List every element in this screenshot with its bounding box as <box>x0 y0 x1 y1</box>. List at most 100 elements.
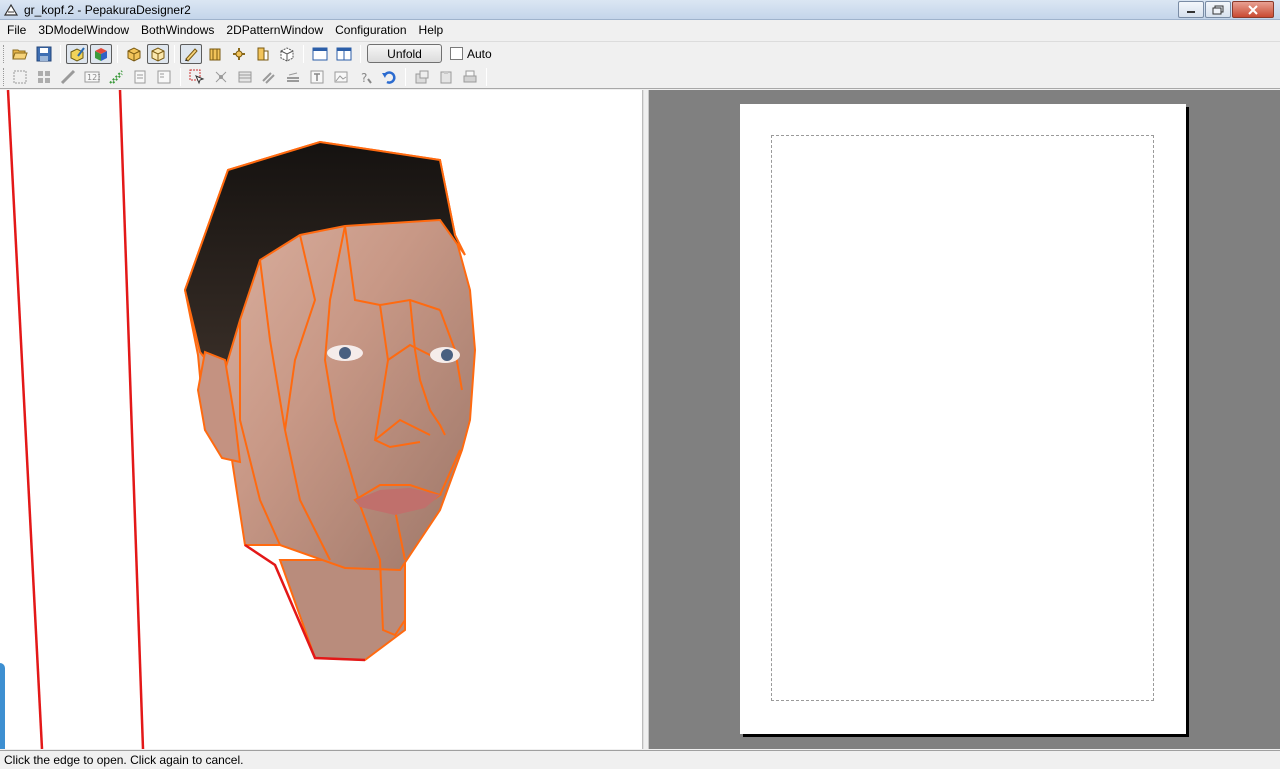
box-icon <box>127 46 141 62</box>
pen-icon <box>185 47 198 62</box>
reference-line <box>118 90 145 749</box>
restore-button[interactable] <box>1205 1 1231 18</box>
toolbar-separator <box>303 44 304 63</box>
node-icon <box>215 71 227 82</box>
menu-3d-model-window[interactable]: 3DModelWindow <box>32 20 135 40</box>
svg-text:123: 123 <box>87 73 100 82</box>
image-button[interactable] <box>330 67 352 87</box>
save-button[interactable] <box>33 44 55 64</box>
transparent-cube-button[interactable] <box>276 44 298 64</box>
toolbar-separator <box>60 44 61 63</box>
side-panel-tab[interactable] <box>0 663 5 749</box>
part-icon <box>257 47 269 60</box>
select-area-button[interactable] <box>9 67 31 87</box>
paper-sheet[interactable] <box>740 104 1186 734</box>
restore-icon <box>1212 5 1224 14</box>
pattern-icon <box>238 71 252 82</box>
diagonal-lines-icon <box>262 71 275 84</box>
export-button[interactable] <box>411 67 433 87</box>
reference-line <box>6 90 44 749</box>
single-window-button[interactable] <box>309 44 331 64</box>
svg-text:?: ? <box>361 71 367 85</box>
box-view-button[interactable] <box>123 44 145 64</box>
join-edge-button[interactable] <box>105 67 127 87</box>
save-icon <box>36 46 52 61</box>
pencil-cube-icon <box>70 46 85 62</box>
menu-configuration[interactable]: Configuration <box>329 20 412 40</box>
minimize-button[interactable] <box>1178 1 1204 18</box>
face-page-icon <box>157 70 171 83</box>
print-area <box>771 135 1154 701</box>
select-button[interactable] <box>186 67 208 87</box>
page-icon <box>134 70 146 83</box>
unfold-button[interactable]: Unfold <box>367 44 442 63</box>
rotate-icon <box>233 47 245 60</box>
grid-icon <box>38 70 50 83</box>
clipboard-icon <box>440 70 452 83</box>
head-model[interactable] <box>183 140 477 662</box>
page-number-button[interactable] <box>129 67 151 87</box>
rotate-button[interactable] <box>228 44 250 64</box>
export-icon <box>415 70 429 83</box>
dotted-line-icon <box>109 69 123 84</box>
ruler-icon <box>60 69 76 84</box>
node-button[interactable] <box>210 67 232 87</box>
print-button[interactable] <box>459 67 481 87</box>
window-icon <box>312 47 328 60</box>
undo-button[interactable] <box>378 67 400 87</box>
flap-icon <box>209 48 221 60</box>
auto-checkbox-group[interactable]: Auto <box>450 47 492 61</box>
diagonal-lines-button[interactable] <box>258 67 280 87</box>
face-button[interactable] <box>153 67 175 87</box>
split-window-button[interactable] <box>333 44 355 64</box>
menu-both-windows[interactable]: BothWindows <box>135 20 220 40</box>
toolbar-separator <box>180 67 181 86</box>
iris <box>339 347 351 359</box>
3d-viewport[interactable] <box>0 90 643 749</box>
select-pointer-icon <box>189 69 205 84</box>
flap-button[interactable] <box>204 44 226 64</box>
3d-model-window[interactable] <box>0 90 643 749</box>
help-button[interactable]: ? <box>354 67 376 87</box>
box-outline-button[interactable] <box>147 43 169 64</box>
close-icon <box>1248 4 1258 15</box>
measure-button[interactable] <box>57 67 79 87</box>
menu-file[interactable]: File <box>0 20 32 40</box>
status-bar: Click the edge to open. Click again to c… <box>0 750 1280 767</box>
text-icon <box>310 70 324 83</box>
grid-button[interactable] <box>33 67 55 87</box>
toolbar-separator <box>405 67 406 86</box>
copy-button[interactable] <box>435 67 457 87</box>
toolbar-separator <box>486 67 487 86</box>
open-button[interactable] <box>9 44 31 64</box>
menu-2d-pattern-window[interactable]: 2DPatternWindow <box>220 20 329 40</box>
3d-edit-button[interactable] <box>66 43 88 64</box>
toolbar-separator <box>117 44 118 63</box>
app-icon <box>3 3 19 16</box>
part-button[interactable] <box>252 44 274 64</box>
colored-cube-icon <box>95 47 107 61</box>
menu-bar: File 3DModelWindow BothWindows 2DPattern… <box>0 20 1280 40</box>
wire-cube-icon <box>280 46 294 62</box>
folder-open-icon <box>12 49 28 59</box>
question-icon: ? <box>361 71 372 85</box>
auto-checkbox[interactable] <box>450 47 463 60</box>
box-outline-icon <box>151 46 165 62</box>
window-title: gr_kopf.2 - PepakuraDesigner2 <box>24 3 191 17</box>
edit-toolbar: 123 ? <box>0 65 1280 89</box>
text-button[interactable] <box>306 67 328 87</box>
pattern-button[interactable] <box>234 67 256 87</box>
main-toolbar: Unfold Auto <box>0 41 1280 65</box>
toolbar-grip[interactable] <box>3 44 6 63</box>
texture-view-button[interactable] <box>90 43 112 64</box>
2d-pattern-window[interactable] <box>649 90 1280 749</box>
toolbar-grip[interactable] <box>3 67 6 86</box>
edge-mode-button[interactable] <box>180 43 202 64</box>
iris <box>441 349 453 361</box>
close-button[interactable] <box>1232 1 1274 18</box>
printer-icon <box>463 70 477 82</box>
number-button[interactable]: 123 <box>81 67 103 87</box>
menu-help[interactable]: Help <box>413 20 450 40</box>
fold-lines-button[interactable] <box>282 67 304 87</box>
title-bar: gr_kopf.2 - PepakuraDesigner2 <box>0 0 1280 20</box>
